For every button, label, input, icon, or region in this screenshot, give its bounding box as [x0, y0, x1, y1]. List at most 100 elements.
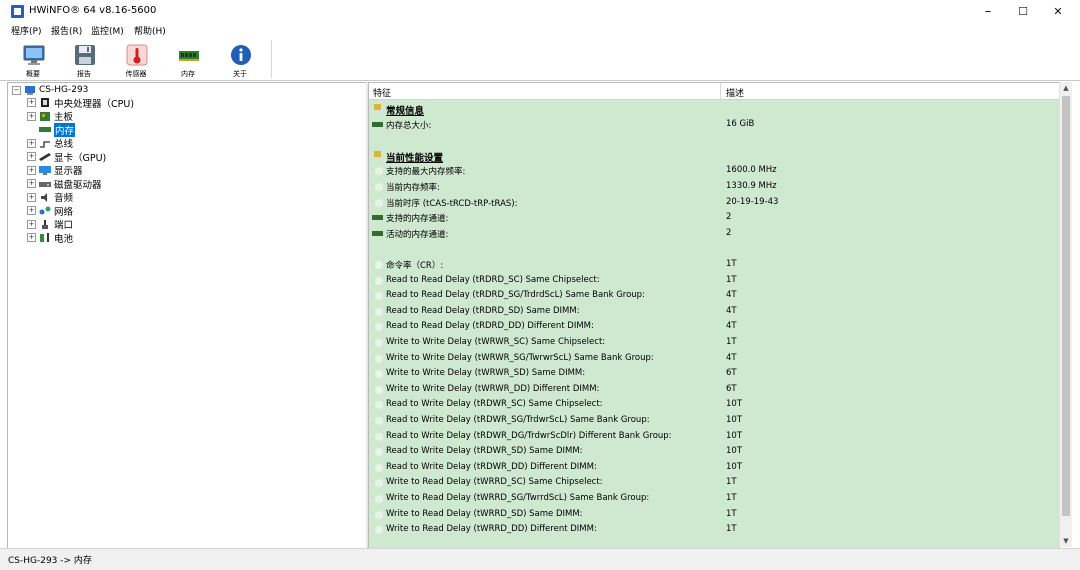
column-header-description[interactable]: 描述 — [726, 86, 744, 99]
tree-root-label: CS-HG-293 — [39, 85, 89, 95]
window-title: HWiNFO® 64 v8.16-5600 — [29, 5, 157, 16]
property-icon — [374, 197, 384, 208]
expand-icon[interactable]: + — [27, 165, 36, 175]
expand-icon[interactable]: + — [27, 192, 36, 202]
table-row[interactable]: 当前内存频率: 1330.9 MHz — [369, 179, 1059, 195]
about-label: 关于 — [233, 70, 247, 78]
tree-item-label: 总线 — [54, 139, 74, 150]
tree-item-audio[interactable]: + 音频 — [27, 191, 73, 204]
table-row[interactable]: 支持的内存通道: 2 — [369, 210, 1059, 226]
table-row[interactable]: Read to Read Delay (tRDRD_SD) Same DIMM:… — [369, 304, 1059, 320]
table-row[interactable]: 支持的最大内存频率: 1600.0 MHz — [369, 163, 1059, 179]
summary-label: 概要 — [26, 70, 40, 78]
value-cell: 10T — [726, 399, 743, 410]
tree-item-cpu[interactable]: + 中央处理器（CPU) — [27, 96, 134, 110]
expand-icon[interactable]: + — [27, 179, 36, 188]
display-icon — [39, 165, 51, 175]
toolbar-separator — [271, 40, 272, 78]
column-header-feature[interactable]: 特征 — [373, 86, 391, 99]
cpu-icon — [41, 98, 49, 107]
table-row[interactable]: Read to Write Delay (tRDWR_SD) Same DIMM… — [369, 444, 1059, 460]
tree-item-display[interactable]: + 显示器 — [27, 164, 83, 177]
tree-item-motherboard[interactable]: + 主板 — [27, 110, 73, 123]
network-icon — [39, 206, 51, 215]
expand-icon[interactable]: + — [27, 206, 36, 215]
table-row[interactable]: Write to Write Delay (tWRWR_SC) Same Chi… — [369, 335, 1059, 351]
property-icon — [374, 260, 384, 270]
expand-icon[interactable]: + — [27, 233, 36, 242]
feature-cell: Read to Read Delay (tRDRD_SC) Same Chips… — [386, 274, 600, 285]
menu-program[interactable]: 程序(P) — [11, 24, 41, 37]
table-row[interactable]: Read to Write Delay (tRDWR_SG/TrdwrScL) … — [369, 413, 1059, 429]
sensors-label: 传感器 — [125, 70, 147, 78]
tree-item-ports[interactable]: + 端口 — [27, 218, 73, 231]
expand-icon[interactable]: + — [27, 111, 36, 121]
tree-root[interactable]: − CS-HG-293 — [12, 84, 88, 96]
value-cell: 2 — [726, 212, 732, 223]
feature-cell: Write to Write Delay (tWRWR_DD) Differen… — [386, 383, 600, 394]
section-header[interactable]: 当前性能设置 — [369, 148, 1059, 164]
table-row[interactable]: 当前时序 (tCAS-tRCD-tRP-tRAS): 20-19-19-43 — [369, 195, 1059, 211]
tree-item-gpu[interactable]: + 显卡（GPU) — [27, 150, 106, 164]
expand-icon[interactable]: + — [27, 219, 36, 229]
table-row[interactable]: Write to Read Delay (tWRRD_DD) Different… — [369, 522, 1059, 538]
tree-item-disk[interactable]: + 磁盘驱动器 — [27, 177, 102, 191]
tree-item-bus[interactable]: + 总线 — [27, 137, 73, 150]
save-icon — [75, 45, 95, 65]
table-row[interactable]: Read to Read Delay (tRDRD_DD) Different … — [369, 319, 1059, 335]
expand-icon[interactable]: + — [27, 98, 36, 107]
expand-icon[interactable]: + — [27, 138, 36, 148]
value-cell: 16 GiB — [726, 118, 755, 129]
sensors-button[interactable]: 传感器 — [116, 40, 156, 80]
value-cell: 4T — [726, 352, 737, 363]
scroll-down-icon[interactable]: ▼ — [1060, 535, 1072, 547]
close-button[interactable]: ✕ — [1040, 0, 1076, 22]
details-list[interactable]: 特征 描述 常规信息 内存总大小: 16 GiB 当前性能设置 支持的最大内存频率: 16… — [368, 82, 1060, 549]
table-row[interactable]: Write to Write Delay (tWRWR_DD) Differen… — [369, 382, 1059, 398]
feature-cell: Write to Read Delay (tWRRD_DD) Different… — [386, 524, 597, 535]
table-row[interactable]: Read to Read Delay (tRDRD_SG/TrdrdScL) S… — [369, 288, 1059, 304]
tree-item-label: 磁盘驱动器 — [54, 179, 102, 191]
scroll-thumb[interactable] — [1062, 96, 1070, 516]
table-row[interactable]: Read to Read Delay (tRDRD_SC) Same Chips… — [369, 273, 1059, 289]
tree-item-network[interactable]: + 网络 — [27, 204, 73, 218]
about-button[interactable]: 关于 — [220, 40, 260, 80]
property-icon — [374, 416, 384, 426]
table-row[interactable]: Write to Write Delay (tWRWR_SD) Same DIM… — [369, 366, 1059, 382]
table-row[interactable]: 命令率（CR）: 1T — [369, 257, 1059, 273]
column-divider[interactable] — [720, 83, 721, 99]
feature-cell: Read to Read Delay (tRDRD_SD) Same DIMM: — [386, 305, 580, 316]
tree-item-battery[interactable]: + 电池 — [27, 231, 73, 245]
table-row[interactable]: 活动的内存通道: 2 — [369, 226, 1059, 242]
table-row[interactable]: Write to Read Delay (tWRRD_SC) Same Chip… — [369, 475, 1059, 491]
scroll-up-icon[interactable]: ▲ — [1060, 82, 1072, 94]
value-cell: 1330.9 MHz — [726, 181, 777, 191]
collapse-icon[interactable]: − — [12, 85, 21, 95]
section-header[interactable]: 常规信息 — [369, 101, 1059, 117]
table-row[interactable]: Write to Read Delay (tWRRD_SG/TwrrdScL) … — [369, 491, 1059, 507]
table-row[interactable]: 内存总大小: 16 GiB — [369, 117, 1059, 133]
menu-help[interactable]: 帮助(H) — [134, 24, 166, 37]
tree-item-memory[interactable]: 内存 — [27, 122, 76, 137]
expand-icon — [27, 125, 36, 134]
menu-report[interactable]: 报告(R) — [51, 24, 82, 37]
menu-monitor[interactable]: 监控(M) — [91, 24, 124, 37]
expand-icon[interactable]: + — [27, 152, 36, 161]
device-tree[interactable]: − CS-HG-293 + 中央处理器（CPU) + 主板 内存 + 总线 + … — [7, 82, 368, 549]
minimize-button[interactable]: – — [970, 0, 1006, 22]
value-cell: 10T — [726, 415, 743, 425]
vertical-scrollbar[interactable]: ▲ ▼ — [1059, 82, 1072, 547]
table-row[interactable]: Read to Write Delay (tRDWR_DD) Different… — [369, 460, 1059, 476]
table-row[interactable]: Write to Write Delay (tWRWR_SG/TwrwrScL)… — [369, 351, 1059, 367]
table-row[interactable]: Write to Read Delay (tWRRD_SD) Same DIMM… — [369, 507, 1059, 523]
property-icon — [374, 525, 384, 536]
maximize-button[interactable]: ☐ — [1005, 0, 1041, 22]
memory-button[interactable]: 内存 — [168, 40, 208, 80]
report-button[interactable]: 报告 — [64, 40, 104, 80]
summary-button[interactable]: 概要 — [13, 40, 53, 80]
property-icon — [374, 275, 384, 286]
battery-icon — [40, 233, 49, 242]
table-row[interactable]: Read to Write Delay (tRDWR_DG/TrdwrScDlr… — [369, 429, 1059, 445]
info-icon — [231, 45, 251, 65]
table-row[interactable]: Read to Write Delay (tRDWR_SC) Same Chip… — [369, 397, 1059, 413]
